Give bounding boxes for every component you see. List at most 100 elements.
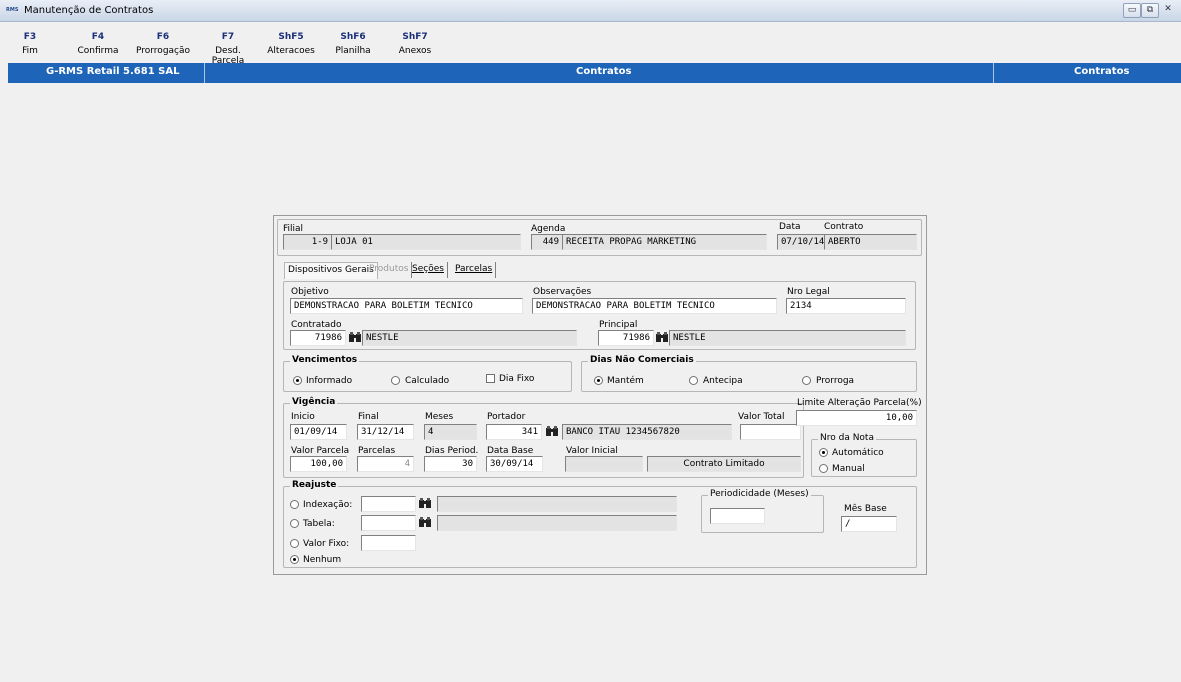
manual-radio[interactable] [819,464,828,473]
observacoes-label: Observações [533,287,592,297]
f7-desd-parcela-button[interactable]: F7 Desd. Parcela [198,32,258,66]
observacoes-field[interactable]: DEMONSTRACAO PARA BOLETIM TECNICO [532,298,777,314]
f6-prorrogacao-button[interactable]: F6 Prorrogação [133,32,193,56]
agenda-code-field[interactable]: 449 [531,234,563,250]
prorroga-radio[interactable] [802,376,811,385]
data-base-field[interactable]: 30/09/14 [486,456,543,472]
manual-label: Manual [832,464,865,474]
periodicidade-field[interactable] [710,508,765,524]
principal-name-field: NESTLE [669,330,906,346]
mantem-radio[interactable] [594,376,603,385]
valor-total-label: Valor Total [738,412,785,422]
tabela-code-field[interactable] [361,515,416,531]
valor-fixo-radio[interactable] [290,539,299,548]
status-divider [204,63,205,83]
binoculars-icon[interactable] [418,516,432,528]
dia-fixo-checkbox[interactable] [486,374,495,383]
shf5-key: ShF5 [278,32,304,42]
principal-label: Principal [599,320,638,330]
objetivo-field[interactable]: DEMONSTRACAO PARA BOLETIM TECNICO [290,298,523,314]
antecipa-radio[interactable] [689,376,698,385]
valor-inicial-label: Valor Inicial [566,446,618,456]
f6-key: F6 [156,32,170,42]
calculado-label: Calculado [405,376,450,386]
informado-radio[interactable] [293,376,302,385]
binoculars-icon[interactable] [418,497,432,509]
valor-parcela-field[interactable]: 100,00 [290,456,347,472]
title-bar: RMS Manutenção de Contratos ▭ ⧉ ✕ [0,0,1181,22]
valor-inicial-field [565,456,643,472]
shf7-anexos-button[interactable]: ShF7 Anexos [385,32,445,56]
valor-total-field[interactable] [740,424,801,440]
contratado-code-field[interactable]: 71986 [290,330,346,346]
tab-produtos[interactable]: Produtos [366,262,413,278]
automatico-radio[interactable] [819,448,828,457]
f4-key: F4 [91,32,105,42]
shf5-alteracoes-button[interactable]: ShF5 Alteracoes [261,32,321,56]
portador-code-field[interactable]: 341 [486,424,542,440]
principal-code-field[interactable]: 71986 [598,330,654,346]
f4-confirma-button[interactable]: F4 Confirma [68,32,128,56]
nenhum-label: Nenhum [303,555,342,565]
indexacao-label: Indexação: [303,500,353,510]
inicio-label: Inicio [291,412,315,422]
agenda-name-field: RECEITA PROPAG MARKETING [562,234,767,250]
indexacao-code-field[interactable] [361,496,416,512]
nro-legal-field[interactable]: 2134 [786,298,906,314]
close-icon[interactable]: ✕ [1159,3,1177,18]
filial-name-field: LOJA 01 [331,234,521,250]
indexacao-radio[interactable] [290,500,299,509]
f3-label: Fim [22,46,38,56]
tab-secoes[interactable]: Seções [409,262,448,278]
dias-period-label: Dias Period. [425,446,479,456]
dias-period-field[interactable]: 30 [424,456,477,472]
contratado-label: Contratado [291,320,342,330]
inicio-field[interactable]: 01/09/14 [290,424,347,440]
contrato-status-field: ABERTO [824,234,917,250]
antecipa-label: Antecipa [703,376,743,386]
contrato-limitado-field: Contrato Limitado [647,456,801,472]
nro-nota-title: Nro da Nota [818,433,876,443]
nro-legal-label: Nro Legal [787,287,830,297]
valor-fixo-field[interactable] [361,535,416,551]
prorroga-label: Prorroga [816,376,855,386]
shf6-label: Planilha [335,46,371,56]
filial-label: Filial [283,224,304,234]
binoculars-icon[interactable] [348,331,362,343]
minimize-icon[interactable]: ▭ [1123,3,1141,18]
tab-parcelas[interactable]: Parcelas [452,262,497,278]
product-version: G-RMS Retail 5.681 SAL [46,66,180,77]
filial-code-field[interactable]: 1-9 [283,234,332,250]
indexacao-name-field [437,496,677,512]
tabela-radio[interactable] [290,519,299,528]
status-center-title: Contratos [576,66,632,77]
status-right-title: Contratos [1074,66,1130,77]
mes-base-field[interactable]: / [841,516,897,532]
limite-label: Limite Alteração Parcela(%) [797,398,922,408]
restore-icon[interactable]: ⧉ [1141,3,1159,18]
informado-label: Informado [306,376,353,386]
final-field[interactable]: 31/12/14 [357,424,414,440]
f6-label: Prorrogação [135,46,191,56]
nenhum-radio[interactable] [290,555,299,564]
meses-field: 4 [424,424,477,440]
dia-fixo-label: Dia Fixo [499,374,535,384]
calculado-radio[interactable] [391,376,400,385]
binoculars-icon[interactable] [655,331,669,343]
binoculars-icon[interactable] [545,425,559,437]
portador-label: Portador [487,412,526,422]
tab-dispositivos-gerais[interactable]: Dispositivos Gerais [284,262,378,279]
parcelas-field[interactable]: 4 [357,456,414,472]
f3-key: F3 [23,32,37,42]
valor-fixo-label: Valor Fixo: [303,539,350,549]
status-bar: G-RMS Retail 5.681 SAL Contratos Contrat… [8,63,1181,83]
shf7-key: ShF7 [402,32,428,42]
parcelas-label: Parcelas [358,446,396,456]
shf6-planilha-button[interactable]: ShF6 Planilha [323,32,383,56]
f3-fim-button[interactable]: F3 Fim [10,32,50,56]
valor-parcela-label: Valor Parcela [291,446,350,456]
periodicidade-title: Periodicidade (Meses) [708,489,811,499]
limite-field[interactable]: 10,00 [796,410,917,426]
shf6-key: ShF6 [340,32,366,42]
contrato-label: Contrato [824,222,864,232]
